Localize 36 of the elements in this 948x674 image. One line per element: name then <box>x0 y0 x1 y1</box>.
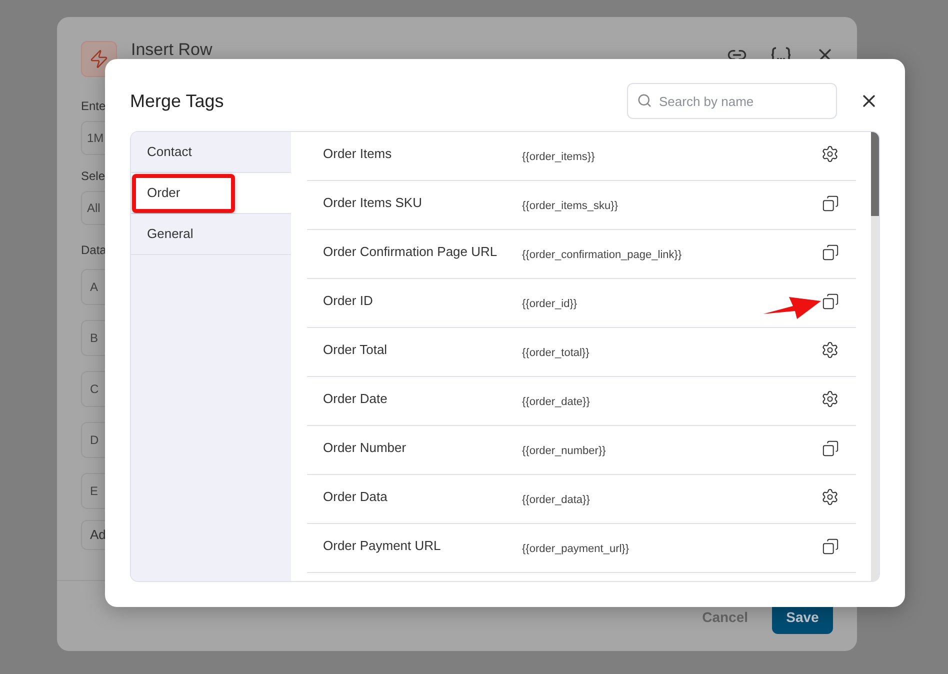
tag-code: {{order_id}} <box>522 297 578 312</box>
dialog-title: Insert Row <box>131 41 212 59</box>
tag-name: Order Date <box>322 390 388 408</box>
field-label: Ente <box>81 98 106 115</box>
modal-title: Merge Tags <box>130 90 224 113</box>
search-field[interactable]: Search by name <box>627 83 837 119</box>
tag-code: {{order_total}} <box>522 346 590 362</box>
tag-name: Order Confirmation Page URL <box>322 242 498 261</box>
tag-code: {{order_data}} <box>522 493 590 508</box>
field-label: Data <box>81 242 106 259</box>
tag-code: {{order_payment_url}} <box>522 542 630 558</box>
copy-icon[interactable] <box>822 292 839 310</box>
tag-code: {{order_items_sku}} <box>522 199 618 214</box>
tag-name: Order Items SKU <box>322 194 423 212</box>
copy-icon[interactable] <box>822 194 839 212</box>
tag-code: {{order_items}} <box>522 150 595 166</box>
copy-icon[interactable] <box>822 538 839 554</box>
settings-icon[interactable] <box>821 488 839 506</box>
tag-name: Order Data <box>322 488 388 506</box>
settings-icon[interactable] <box>821 145 839 163</box>
tag-name: Order Number <box>322 438 408 457</box>
tag-name: Order ID <box>322 292 374 310</box>
settings-icon[interactable] <box>821 341 839 359</box>
search-icon <box>637 93 652 108</box>
field-label: Sele <box>81 168 106 185</box>
scrollbar[interactable] <box>871 132 879 581</box>
copy-icon[interactable] <box>822 440 839 456</box>
tag-name: Order Payment URL <box>322 536 442 555</box>
copy-icon[interactable] <box>822 244 839 260</box>
settings-icon[interactable] <box>821 390 839 408</box>
tag-name: Order Items <box>322 144 393 163</box>
tag-code: {{order_date}} <box>522 395 590 410</box>
category-tab[interactable]: Order <box>131 173 291 214</box>
tag-code: {{order_confirmation_page_link}} <box>522 248 682 264</box>
tag-code: {{order_number}} <box>522 444 606 460</box>
tag-name: Order Total <box>322 340 388 359</box>
